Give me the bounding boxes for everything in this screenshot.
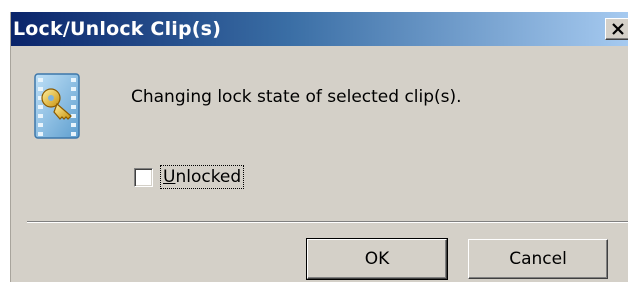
clip-lock-key-icon [34, 73, 80, 139]
ok-button[interactable]: OK [306, 238, 448, 280]
title-bar[interactable]: Lock/Unlock Clip(s) [11, 12, 628, 46]
window-title: Lock/Unlock Clip(s) [13, 18, 222, 40]
unlocked-checkbox-label[interactable]: Unlocked [160, 165, 245, 189]
cancel-button[interactable]: Cancel [468, 239, 608, 279]
separator [27, 221, 628, 223]
close-icon [612, 23, 624, 35]
checkbox-label-rest: nlocked [175, 167, 242, 187]
dialog-message: Changing lock state of selected clip(s). [131, 87, 462, 107]
checkbox-label-accelerator: U [163, 167, 176, 187]
close-button[interactable] [605, 18, 628, 40]
unlocked-checkbox[interactable] [134, 168, 153, 187]
lock-unlock-dialog: Lock/Unlock Clip(s) Changing lock state … [10, 12, 628, 282]
